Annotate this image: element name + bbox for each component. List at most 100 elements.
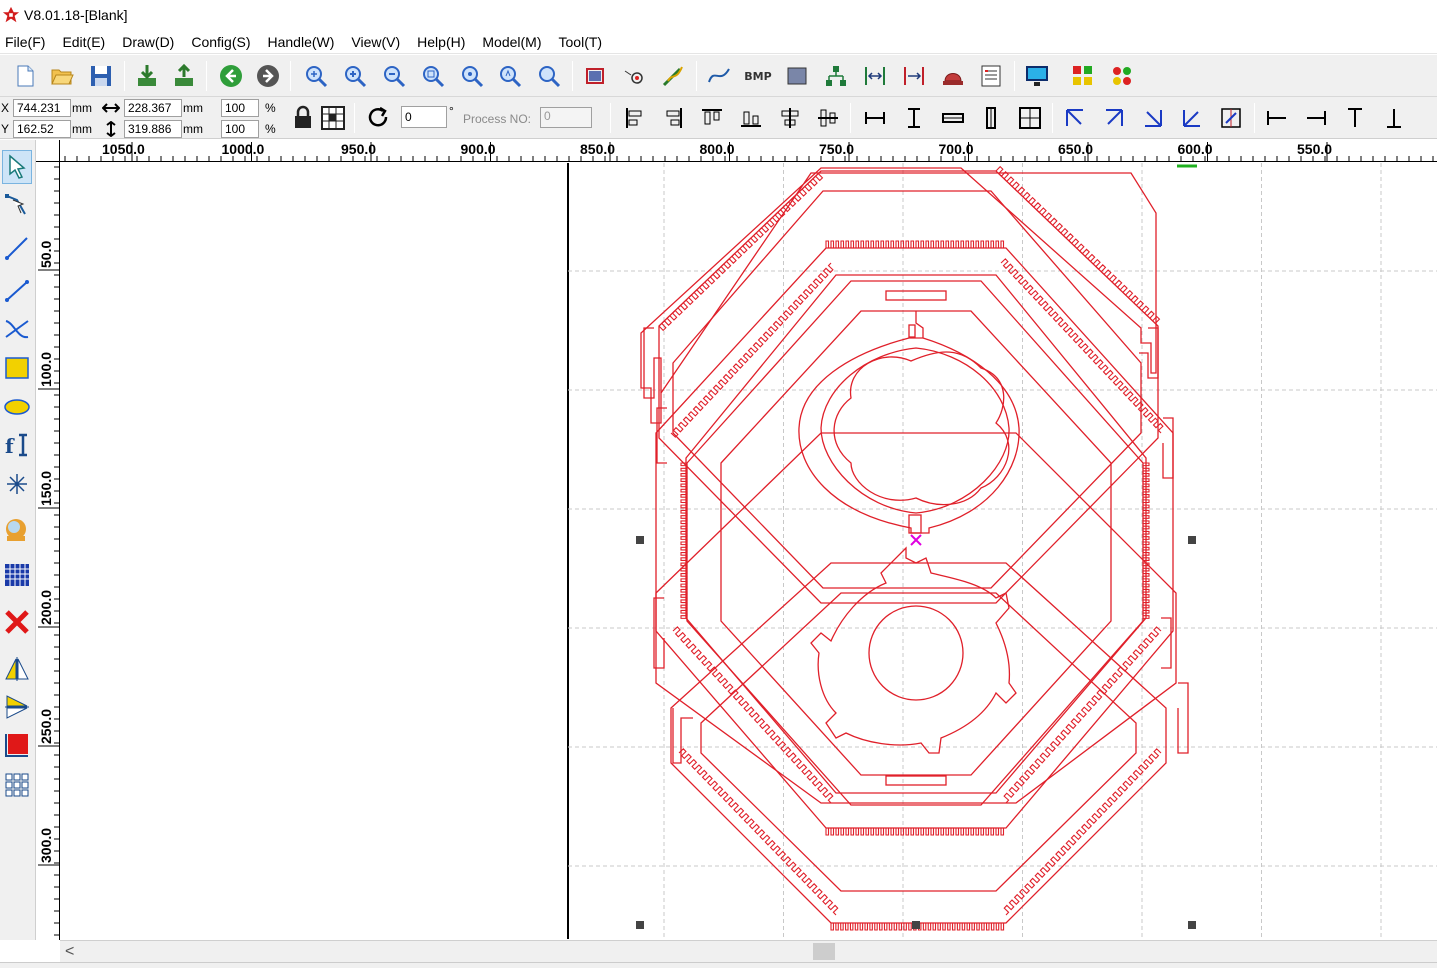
zoom-plus-icon[interactable] xyxy=(340,61,370,91)
scroll-left-arrow[interactable]: < xyxy=(65,943,74,961)
polyline-tool-icon[interactable] xyxy=(2,273,32,307)
move-bottom-left-icon[interactable] xyxy=(1177,103,1207,133)
x-position-field[interactable]: 744.231 xyxy=(13,99,71,117)
laser-head-icon[interactable] xyxy=(938,61,968,91)
zoom-in-icon[interactable] xyxy=(301,61,331,91)
drawing-tool-palette: f xyxy=(0,140,36,940)
delete-tool-icon[interactable] xyxy=(2,605,32,639)
fill-tool-icon[interactable] xyxy=(2,728,32,762)
handle-bottom-right[interactable] xyxy=(1188,921,1196,929)
menu-bar: File(F) Edit(E) Draw(D) Config(S) Handle… xyxy=(0,30,1437,54)
process-no-field[interactable]: 0 xyxy=(540,107,592,128)
rectangle-tool-icon[interactable] xyxy=(2,351,32,385)
dist-bottom-icon[interactable] xyxy=(1379,103,1409,133)
layer-list-icon[interactable] xyxy=(976,61,1006,91)
rotate-icon[interactable] xyxy=(364,103,394,133)
scale-x-field[interactable]: 100 xyxy=(221,99,259,117)
handle-right-middle[interactable] xyxy=(1188,536,1196,544)
align-hcenter-icon[interactable] xyxy=(775,103,805,133)
camera-tool-icon[interactable] xyxy=(2,513,32,547)
select-tool-icon[interactable] xyxy=(2,150,32,184)
menu-view[interactable]: View(V) xyxy=(351,34,400,50)
ellipse-tool-icon[interactable] xyxy=(2,390,32,424)
zoom-fit-icon[interactable] xyxy=(534,61,564,91)
handle-left-middle[interactable] xyxy=(636,536,644,544)
menu-handle[interactable]: Handle(W) xyxy=(267,34,334,50)
menu-file[interactable]: File(F) xyxy=(5,34,45,50)
menu-draw[interactable]: Draw(D) xyxy=(122,34,174,50)
same-size-v-icon[interactable] xyxy=(976,103,1006,133)
save-icon[interactable] xyxy=(86,61,116,91)
move-top-left-icon[interactable] xyxy=(1060,103,1090,133)
v-center-icon[interactable] xyxy=(899,61,929,91)
scale-y-field[interactable]: 100 xyxy=(221,120,259,138)
curve-tool-icon[interactable] xyxy=(2,312,32,346)
anchor-grid-icon[interactable] xyxy=(318,103,348,133)
same-size-icon[interactable] xyxy=(938,103,968,133)
menu-tool[interactable]: Tool(T) xyxy=(559,34,603,50)
rect-fill-icon[interactable] xyxy=(782,61,812,91)
dist-top-icon[interactable] xyxy=(1340,103,1370,133)
zoom-all-icon[interactable] xyxy=(457,61,487,91)
rotate-angle-field[interactable]: 0 xyxy=(401,106,447,128)
y-unit: mm xyxy=(72,122,92,136)
back-icon[interactable] xyxy=(216,61,246,91)
curve-icon[interactable] xyxy=(704,61,734,91)
same-height-icon[interactable] xyxy=(899,103,929,133)
bitmap-icon[interactable]: BMP xyxy=(743,61,773,91)
height-field[interactable]: 319.886 xyxy=(124,120,182,138)
y-position-field[interactable]: 162.52 xyxy=(13,120,71,138)
point-tool-icon[interactable] xyxy=(2,467,32,501)
align-top-icon[interactable] xyxy=(697,103,727,133)
flower-cutout xyxy=(833,351,1010,506)
zoom-select-icon[interactable] xyxy=(495,61,525,91)
width-field[interactable]: 228.367 xyxy=(124,99,182,117)
align-right-icon[interactable] xyxy=(658,103,688,133)
menu-help[interactable]: Help(H) xyxy=(417,34,465,50)
grid-tool-icon[interactable] xyxy=(2,558,32,592)
move-bottom-right-icon[interactable] xyxy=(1138,103,1168,133)
same-width-icon[interactable] xyxy=(860,103,890,133)
mirror-v-icon[interactable] xyxy=(2,690,32,724)
horizontal-scrollbar[interactable]: < xyxy=(60,940,1437,962)
align-vcenter-icon[interactable] xyxy=(813,103,843,133)
h-center-icon[interactable] xyxy=(860,61,890,91)
forward-icon[interactable] xyxy=(253,61,283,91)
align-bottom-icon[interactable] xyxy=(736,103,766,133)
move-center-icon[interactable] xyxy=(1216,103,1246,133)
zoom-page-icon[interactable] xyxy=(418,61,448,91)
zoom-minus-icon[interactable] xyxy=(379,61,409,91)
node-tool-icon[interactable] xyxy=(2,187,32,221)
tree-icon[interactable] xyxy=(821,61,851,91)
export-icon[interactable] xyxy=(169,61,199,91)
smooth-icon[interactable] xyxy=(658,61,688,91)
scroll-thumb[interactable] xyxy=(813,943,835,960)
menu-model[interactable]: Model(M) xyxy=(482,34,541,50)
align-left-icon[interactable] xyxy=(620,103,650,133)
drawing-canvas[interactable] xyxy=(61,163,1437,939)
text-tool-icon[interactable]: f xyxy=(2,428,32,462)
center-page-icon[interactable] xyxy=(1015,103,1045,133)
dist-left-icon[interactable] xyxy=(1262,103,1292,133)
dist-right-icon[interactable] xyxy=(1301,103,1331,133)
menu-edit[interactable]: Edit(E) xyxy=(62,34,105,50)
line-tool-icon[interactable] xyxy=(2,231,32,265)
array-tool-icon[interactable] xyxy=(2,768,32,802)
ruler-label: 150.0 xyxy=(38,471,54,506)
mirror-h-icon[interactable] xyxy=(2,652,32,686)
import-icon[interactable] xyxy=(132,61,162,91)
open-folder-icon[interactable] xyxy=(47,61,77,91)
handle-bottom-middle[interactable] xyxy=(912,921,920,929)
handle-bottom-left[interactable] xyxy=(636,921,644,929)
menu-config[interactable]: Config(S) xyxy=(191,34,250,50)
ruler-label: 1050.0 xyxy=(102,141,145,157)
new-file-icon[interactable] xyxy=(10,61,40,91)
array-copy-icon[interactable] xyxy=(1107,61,1137,91)
node-edit-icon[interactable] xyxy=(619,61,649,91)
select-rect-icon[interactable] xyxy=(580,61,610,91)
lock-ratio-icon[interactable] xyxy=(288,103,318,133)
ruler-label: 1000.0 xyxy=(222,141,265,157)
array-icon[interactable] xyxy=(1068,61,1098,91)
move-top-right-icon[interactable] xyxy=(1099,103,1129,133)
monitor-icon[interactable] xyxy=(1022,61,1052,91)
